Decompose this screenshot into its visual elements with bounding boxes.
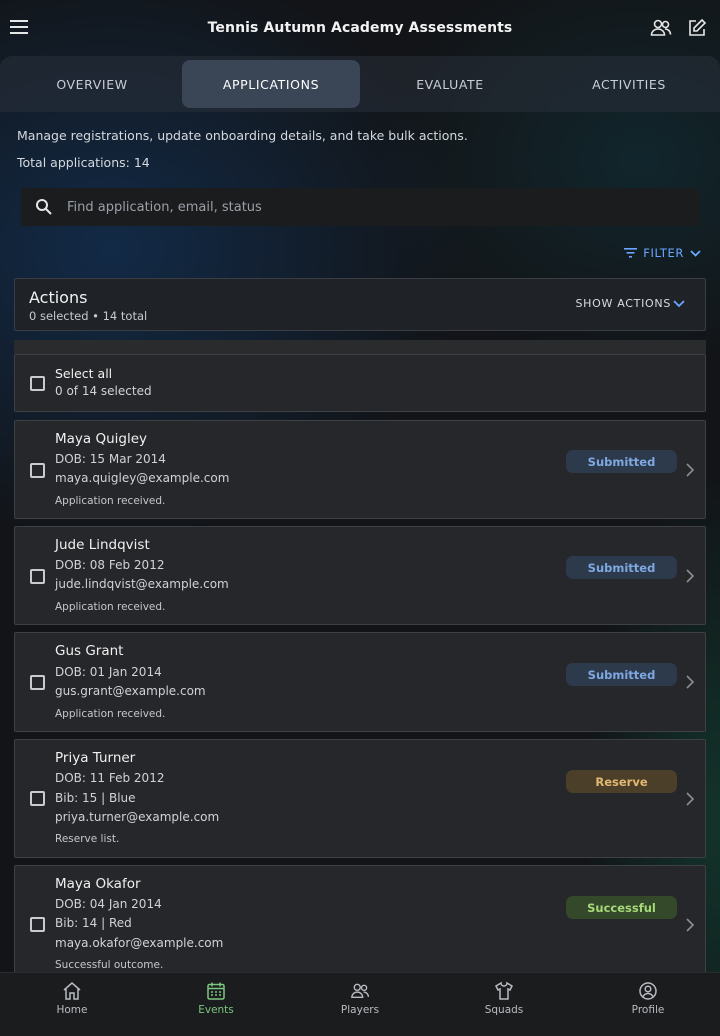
nav-squads[interactable]: Squads — [432, 973, 576, 1036]
application-note: Application received. — [55, 495, 166, 507]
applicant-name: Maya Okafor — [55, 876, 141, 892]
home-icon — [62, 981, 82, 1001]
menu-icon[interactable] — [8, 16, 30, 38]
chevron-right-icon — [686, 675, 695, 689]
nav-events-label: Events — [198, 1004, 234, 1016]
players-icon — [350, 981, 370, 1001]
status-badge: Submitted — [566, 663, 677, 686]
applicant-email: maya.okafor@example.com — [55, 936, 224, 950]
applicant-bib: Bib: 14 | Red — [55, 916, 132, 930]
total-applications: Total applications: 14 — [17, 155, 150, 170]
status-badge: Reserve — [566, 770, 677, 793]
applicant-name: Jude Lindqvist — [55, 537, 150, 553]
select-all-label: Select all — [55, 366, 113, 381]
application-card[interactable]: Priya Turner DOB: 11 Feb 2012 Bib: 15 | … — [14, 739, 706, 858]
applicant-email: priya.turner@example.com — [55, 810, 220, 824]
application-card[interactable]: Gus Grant DOB: 01 Jan 2014 gus.grant@exa… — [14, 632, 706, 732]
filter-button[interactable]: FILTER — [624, 246, 701, 260]
application-note: Application received. — [55, 708, 166, 720]
nav-players-label: Players — [340, 1004, 380, 1016]
search-bar — [21, 188, 699, 226]
nav-profile-label: Profile — [631, 1004, 665, 1016]
application-card[interactable]: Jude Lindqvist DOB: 08 Feb 2012 jude.lin… — [14, 526, 706, 625]
row-checkbox[interactable] — [30, 791, 45, 806]
app-root: Tennis Autumn Academy Assessments OVERVI… — [0, 0, 720, 1036]
nav-home-label: Home — [56, 1004, 88, 1016]
filter-icon — [624, 248, 638, 258]
select-all-count: 0 of 14 selected — [55, 384, 152, 398]
nav-profile[interactable]: Profile — [576, 973, 720, 1036]
status-badge: Successful — [566, 896, 677, 919]
applicant-dob: DOB: 15 Mar 2014 — [55, 452, 166, 466]
tab-bar: OVERVIEW APPLICATIONS EVALUATE ACTIVITIE… — [0, 56, 720, 112]
show-actions-label: SHOW ACTIONS — [575, 297, 671, 310]
chevron-right-icon — [686, 463, 695, 477]
select-all-checkbox[interactable] — [30, 376, 45, 391]
applicant-name: Maya Quigley — [55, 431, 148, 447]
application-card[interactable]: Maya Okafor DOB: 04 Jan 2014 Bib: 14 | R… — [14, 865, 706, 985]
application-note: Successful outcome. — [55, 959, 164, 971]
applicant-bib: Bib: 15 | Blue — [55, 791, 136, 805]
top-bar: Tennis Autumn Academy Assessments — [0, 0, 720, 56]
page-description: Manage registrations, update onboarding … — [17, 128, 468, 143]
calendar-icon — [206, 981, 226, 1001]
nav-players[interactable]: Players — [288, 973, 432, 1036]
applicant-dob: DOB: 11 Feb 2012 — [55, 771, 165, 785]
actions-panel: Actions 0 selected • 14 total SHOW ACTIO… — [14, 278, 706, 331]
select-all-row[interactable]: Select all 0 of 14 selected — [14, 354, 706, 412]
applicant-email: gus.grant@example.com — [55, 684, 206, 698]
applicant-name: Gus Grant — [55, 643, 124, 659]
chevron-down-icon — [673, 299, 685, 307]
applicant-name: Priya Turner — [55, 750, 136, 766]
nav-home[interactable]: Home — [0, 973, 144, 1036]
application-note: Reserve list. — [55, 833, 120, 845]
users-icon[interactable] — [650, 17, 672, 39]
actions-title: Actions — [29, 288, 88, 307]
row-checkbox[interactable] — [30, 917, 45, 932]
actions-subtitle: 0 selected • 14 total — [29, 309, 148, 323]
applicant-dob: DOB: 01 Jan 2014 — [55, 665, 162, 679]
chevron-right-icon — [686, 569, 695, 583]
nav-events[interactable]: Events — [144, 973, 288, 1036]
row-checkbox[interactable] — [30, 675, 45, 690]
application-card[interactable]: Maya Quigley DOB: 15 Mar 2014 maya.quigl… — [14, 420, 706, 519]
chevron-down-icon — [690, 249, 701, 257]
applicant-email: maya.quigley@example.com — [55, 471, 230, 485]
status-badge: Submitted — [566, 450, 677, 473]
app-title: Tennis Autumn Academy Assessments — [207, 20, 513, 36]
row-checkbox[interactable] — [30, 569, 45, 584]
application-note: Application received. — [55, 601, 166, 613]
row-checkbox[interactable] — [30, 463, 45, 478]
filter-label: FILTER — [643, 246, 684, 260]
chevron-right-icon — [686, 918, 695, 932]
profile-icon — [638, 981, 658, 1001]
tab-activities[interactable]: ACTIVITIES — [540, 60, 718, 108]
shirt-icon — [494, 981, 514, 1001]
show-actions-button[interactable]: SHOW ACTIONS — [575, 297, 685, 310]
status-badge: Submitted — [566, 556, 677, 579]
applicant-dob: DOB: 04 Jan 2014 — [55, 897, 162, 911]
tab-evaluate[interactable]: EVALUATE — [361, 60, 539, 108]
applicant-email: jude.lindqvist@example.com — [55, 577, 229, 591]
chevron-right-icon — [686, 792, 695, 806]
nav-squads-label: Squads — [484, 1004, 524, 1016]
search-icon — [36, 199, 52, 215]
tab-applications[interactable]: APPLICATIONS — [182, 60, 360, 108]
bottom-nav: Home Events Players Squads Profile — [0, 972, 720, 1036]
tab-overview[interactable]: OVERVIEW — [3, 60, 181, 108]
applicant-dob: DOB: 08 Feb 2012 — [55, 558, 165, 572]
list-divider — [14, 340, 706, 354]
edit-icon[interactable] — [686, 17, 708, 39]
search-input[interactable] — [67, 188, 699, 226]
